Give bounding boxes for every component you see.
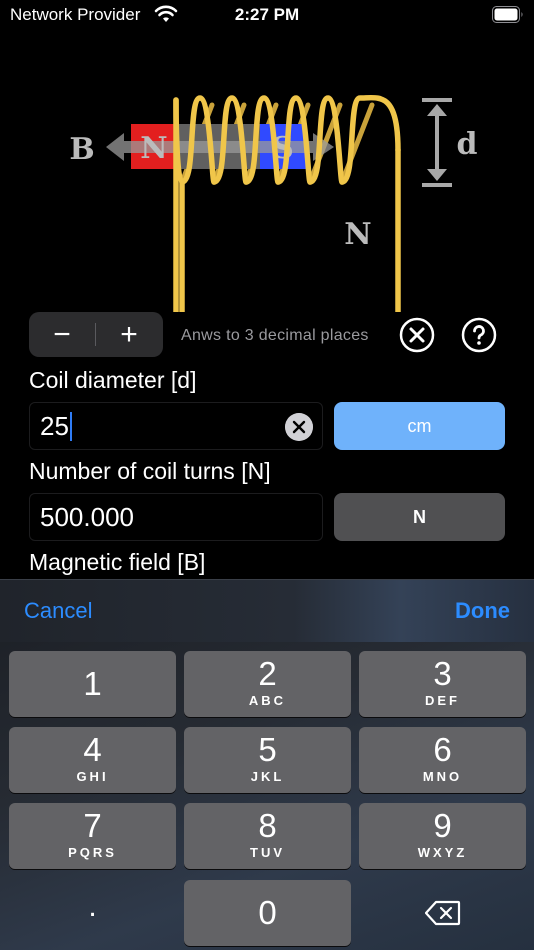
key-digit: 7 (83, 807, 102, 844)
diameter-arrow (422, 98, 452, 187)
clear-all-icon[interactable] (399, 317, 435, 353)
key-9[interactable]: 9 WXYZ (359, 803, 526, 869)
solenoid-diagram: N S B d N (69, 94, 478, 312)
key-letters: PQRS (68, 845, 117, 860)
help-icon[interactable] (461, 317, 497, 353)
key-letters: ABC (248, 693, 287, 708)
key-digit: 9 (433, 807, 452, 844)
status-bar: Network Provider 2:27 PM (0, 0, 534, 32)
magnetic-field-label: Magnetic field [B] (29, 549, 206, 575)
key-8[interactable]: 8 TUV (184, 803, 351, 869)
decrement-button[interactable]: − (29, 312, 95, 357)
key-digit: 8 (258, 807, 277, 844)
key-letters: GHI (76, 769, 109, 784)
key-decimal-point[interactable]: . (9, 880, 176, 946)
key-letters: DEF (425, 693, 460, 708)
decimal-stepper: − + (29, 312, 163, 357)
number-pad: 1 2 ABC 3 DEF 4 GHI 5 JKL 6 MNO 7 PQRS 8… (0, 642, 534, 950)
key-5[interactable]: 5 JKL (184, 727, 351, 793)
backspace-icon (424, 900, 460, 926)
key-digit: 3 (433, 655, 452, 692)
coil-turns-label: Number of coil turns [N] (29, 458, 271, 484)
field-b-label: B (69, 132, 94, 167)
key-0[interactable]: 0 (184, 880, 351, 946)
cancel-button[interactable]: Cancel (24, 598, 92, 624)
key-2[interactable]: 2 ABC (184, 651, 351, 717)
clock: 2:27 PM (234, 5, 300, 24)
key-3[interactable]: 3 DEF (359, 651, 526, 717)
decimal-hint: Anws to 3 decimal places (181, 327, 369, 344)
key-letters: WXYZ (417, 845, 468, 860)
coil-diameter-label: Coil diameter [d] (29, 367, 197, 393)
key-4[interactable]: 4 GHI (9, 727, 176, 793)
key-letters: TUV (250, 845, 285, 860)
key-digit: 2 (258, 655, 277, 692)
magnet-north-label: N (140, 131, 167, 166)
key-digit: 0 (258, 894, 277, 931)
key-letters: MNO (422, 769, 463, 784)
turns-unit-button[interactable]: N (334, 493, 505, 541)
clear-field-icon[interactable] (285, 413, 313, 441)
key-letters: JKL (250, 769, 285, 784)
text-caret (69, 411, 72, 441)
coil-diameter-input[interactable]: 25 (29, 402, 323, 450)
coil-turns-input[interactable]: 500.000 (29, 493, 323, 541)
diameter-unit-button[interactable]: cm (334, 402, 505, 450)
key-7[interactable]: 7 PQRS (9, 803, 176, 869)
turns-label: N (344, 217, 371, 252)
key-digit: 5 (258, 731, 277, 768)
increment-button[interactable]: + (96, 312, 162, 357)
done-button[interactable]: Done (455, 598, 510, 624)
key-digit: 1 (83, 665, 102, 702)
key-6[interactable]: 6 MNO (359, 727, 526, 793)
key-1[interactable]: 1 (9, 651, 176, 717)
key-digit: 4 (83, 731, 102, 768)
diameter-label: d (457, 127, 478, 162)
backspace-key[interactable] (359, 880, 526, 946)
battery-icon (492, 6, 523, 23)
coil-diameter-value: 25 (40, 411, 69, 441)
key-digit: 6 (433, 731, 452, 768)
